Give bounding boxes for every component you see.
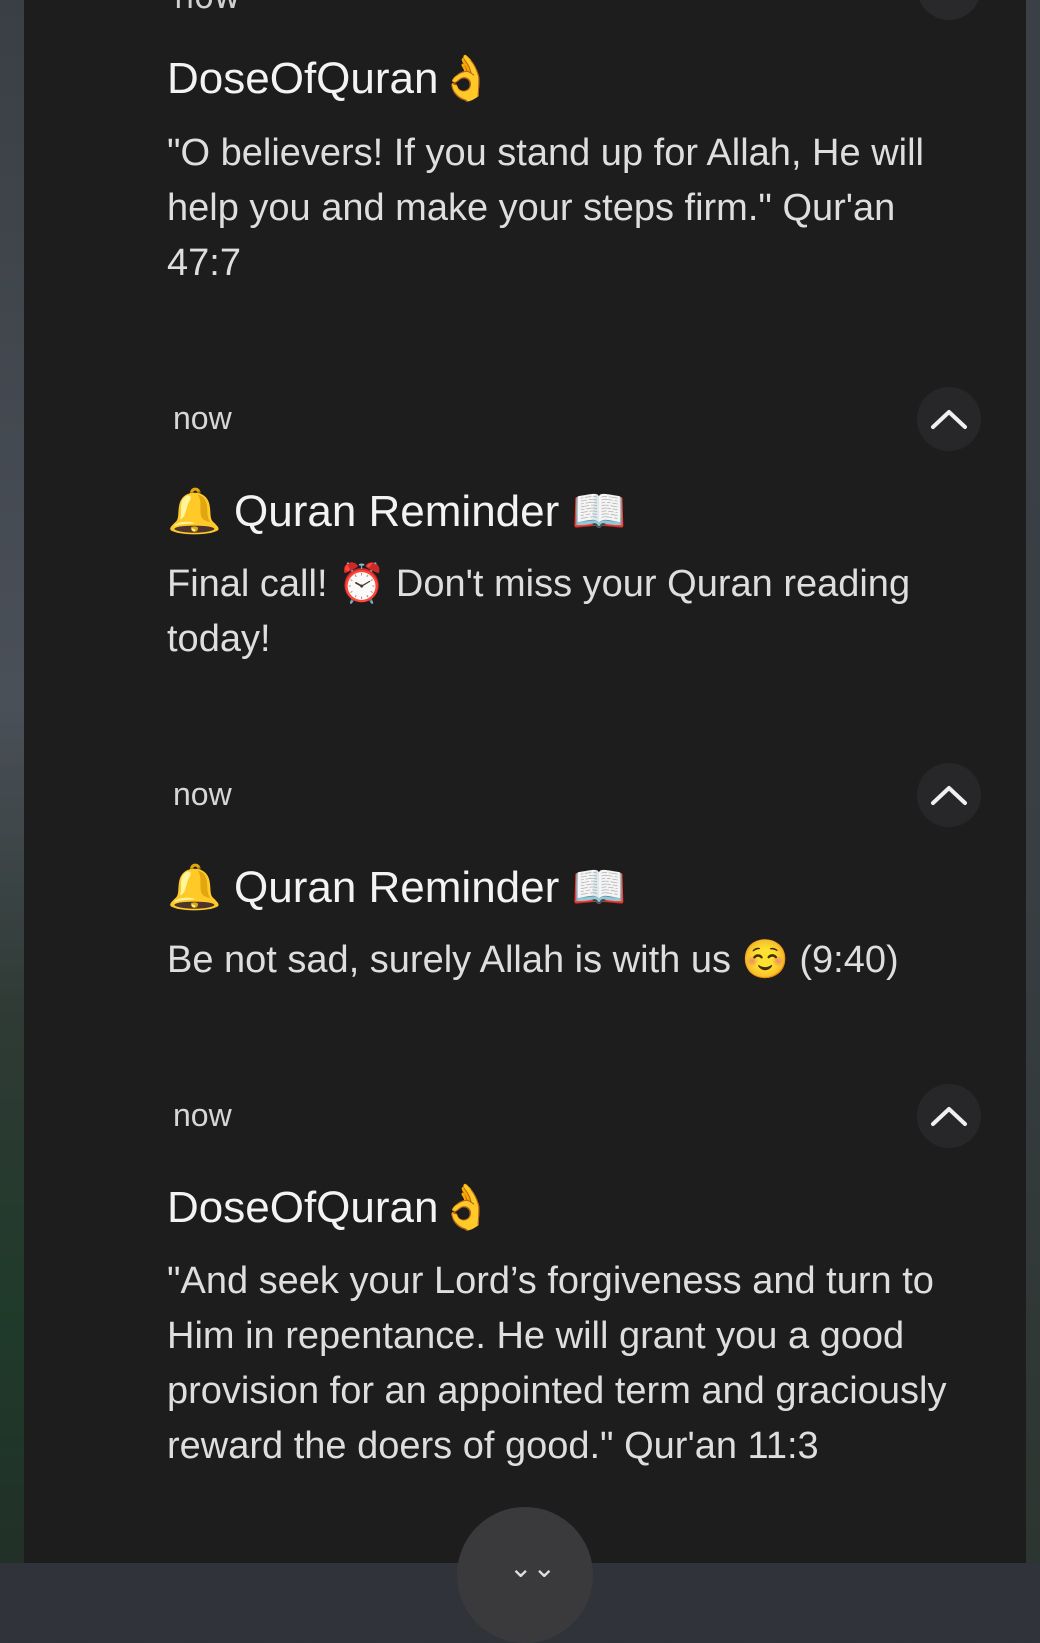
chevron-up-icon — [931, 410, 967, 429]
notification-body: "And seek your Lord’s forgiveness and tu… — [167, 1260, 947, 1467]
chevron-down-icon: ⌄⌄ — [509, 1551, 556, 1584]
notification-title: DoseOfQuran👌 — [167, 1183, 494, 1232]
expand-button[interactable] — [917, 0, 981, 20]
notification-time: now — [173, 776, 232, 812]
expand-button[interactable] — [917, 763, 981, 827]
notification-body: Be not sad, surely Allah is with us ☺️ (… — [167, 939, 899, 981]
wallpaper-right-edge — [1026, 0, 1040, 1563]
notification-body: "O believers! If you stand up for Allah,… — [167, 132, 924, 284]
notification-time: now — [173, 400, 232, 436]
notification-shade[interactable]: now DoseOfQuran👌 "O believers! If you st… — [24, 0, 1026, 1643]
collapse-all-button[interactable]: ⌄⌄ — [457, 1507, 593, 1643]
notification-title: 🔔 Quran Reminder 📖 — [167, 863, 627, 912]
expand-button[interactable] — [917, 387, 981, 451]
notification-title: 🔔 Quran Reminder 📖 — [167, 487, 627, 536]
wallpaper-left-edge — [0, 0, 24, 1563]
notification-time: now — [173, 1097, 232, 1133]
chevron-up-icon — [931, 786, 967, 805]
notification-title: DoseOfQuran👌 — [167, 54, 494, 103]
expand-button[interactable] — [917, 1084, 981, 1148]
chevron-up-icon — [931, 1107, 967, 1126]
notification-body: Final call! ⏰ Don't miss your Quran read… — [167, 563, 911, 660]
notification-time: now — [174, 0, 240, 16]
